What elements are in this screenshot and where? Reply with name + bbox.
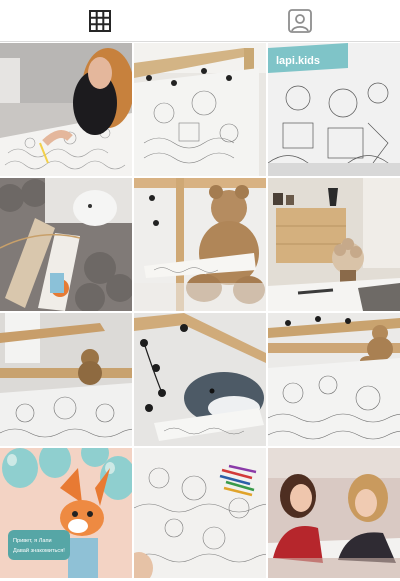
post-thumbnail-2[interactable]: [134, 43, 266, 176]
grid-icon: [89, 10, 111, 32]
post-thumbnail-12[interactable]: [268, 448, 400, 581]
post-thumbnail-8[interactable]: [134, 313, 266, 446]
tagged-user-icon: [288, 9, 312, 33]
profile-tab-bar: [0, 0, 400, 42]
post-thumbnail-4[interactable]: [0, 178, 132, 311]
tab-grid[interactable]: [0, 0, 200, 42]
post-thumbnail-3[interactable]: lapi.kids: [268, 43, 400, 176]
post-thumbnail-1[interactable]: [0, 43, 132, 176]
post-thumbnail-9[interactable]: [268, 313, 400, 446]
post-thumbnail-5[interactable]: [134, 178, 266, 311]
speech-bubble-line1: Привет, я Лапи: [13, 538, 52, 544]
post-thumbnail-10[interactable]: Привет, я Лапи Давай знакомиться!: [0, 448, 132, 581]
post-grid: lapi.kids Привет, я Лапи Давай знакомить…: [0, 43, 400, 578]
post-thumbnail-7[interactable]: [0, 313, 132, 446]
tab-divider: [0, 41, 400, 42]
post-tag-text: lapi.kids: [276, 55, 320, 67]
tab-tagged[interactable]: [200, 0, 400, 42]
post-thumbnail-11[interactable]: [134, 448, 266, 581]
post-thumbnail-6[interactable]: [268, 178, 400, 311]
speech-bubble-line2: Давай знакомиться!: [13, 547, 65, 554]
